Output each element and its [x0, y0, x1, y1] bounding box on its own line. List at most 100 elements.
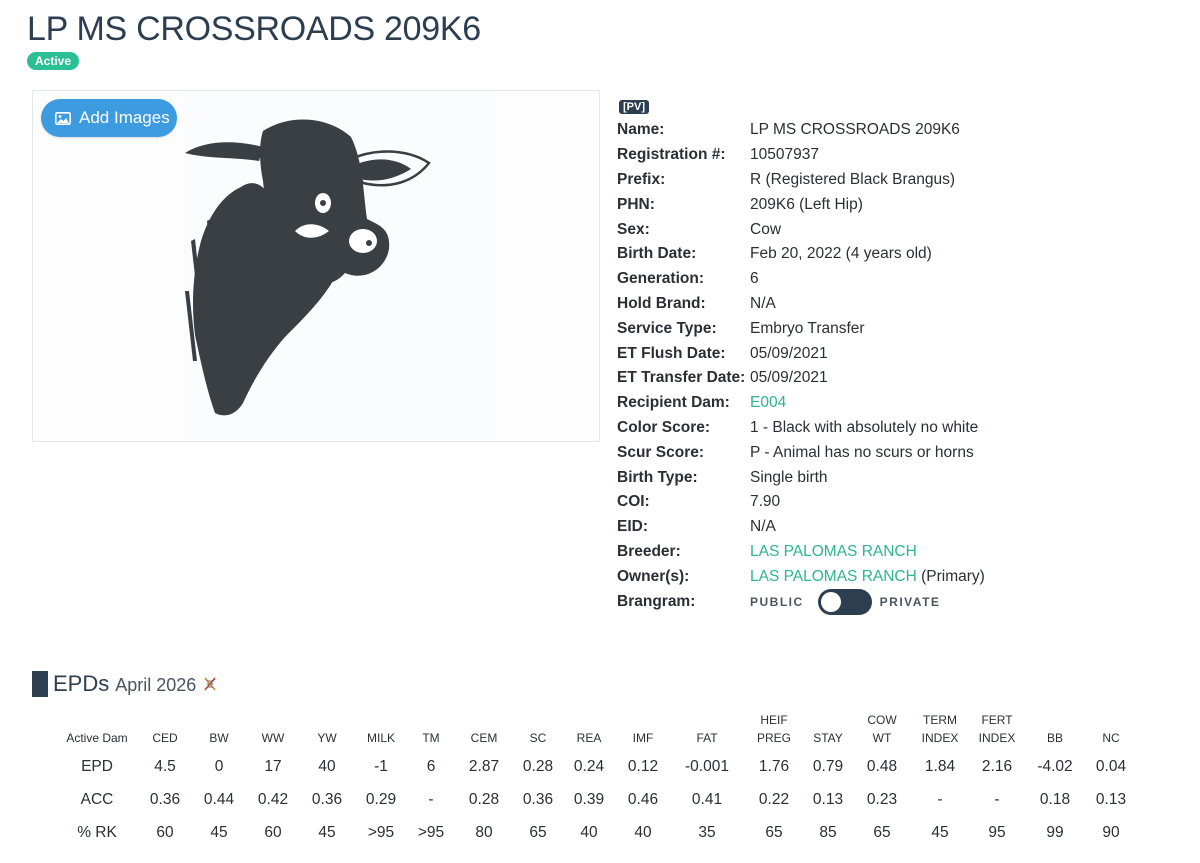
detail-label: PHN:: [617, 195, 655, 213]
detail-label: Recipient Dam:: [617, 394, 730, 412]
detail-label: ET Flush Date:: [617, 344, 726, 362]
breeder-link[interactable]: LAS PALOMAS RANCH: [750, 543, 917, 561]
add-images-button[interactable]: Add Images: [41, 99, 177, 137]
detail-label: Name:: [617, 121, 665, 139]
epd-cell: 0.28: [468, 790, 500, 808]
epd-column-header: COW WT: [867, 713, 897, 745]
detail-label: Service Type:: [617, 319, 717, 337]
epd-cell: 90: [1102, 823, 1120, 841]
animal-details: Name: LP MS CROSSROADS 209K6 Registratio…: [617, 118, 985, 615]
epd-cell: 2.87: [468, 757, 500, 775]
epd-cell: 0.36: [522, 790, 554, 808]
detail-row-scur-score: Scur Score: P - Animal has no scurs or h…: [617, 440, 985, 465]
epd-cell: 0: [214, 757, 224, 775]
detail-value: N/A: [750, 518, 776, 536]
toggle-private-label: PRIVATE: [879, 594, 941, 609]
epd-cell: 0.29: [365, 790, 397, 808]
epd-column-header: HEIF PREG: [756, 713, 791, 745]
detail-label: COI:: [617, 493, 650, 511]
epd-cell: 80: [475, 823, 493, 841]
epd-column-header: BB: [1046, 731, 1063, 745]
epd-cell: 65: [765, 823, 783, 841]
epd-table-body: EPD 4.5 0 17 40 -1 6 2.87 0.28 0.24 0.12 -0.001 1.76…: [56, 750, 1138, 849]
epd-column-header: FAT: [696, 731, 718, 745]
epd-cell: 40: [634, 823, 652, 841]
detail-label: Birth Date:: [617, 245, 697, 263]
epd-row-label: ACC: [80, 790, 114, 808]
detail-label: Scur Score:: [617, 443, 705, 461]
brangram-privacy-toggle[interactable]: [817, 588, 872, 615]
detail-row-sex: Sex: Cow: [617, 217, 985, 242]
epd-cell: 45: [210, 823, 228, 841]
epd-cell: 40: [318, 757, 336, 775]
epd-cell: 6: [426, 757, 436, 775]
detail-label: EID:: [617, 518, 648, 536]
detail-row-owners: Owner(s): LAS PALOMAS RANCH (Primary): [617, 564, 985, 589]
owner-link[interactable]: LAS PALOMAS RANCH: [750, 568, 917, 585]
image-icon: [55, 111, 71, 125]
epd-column-header: FERT INDEX: [978, 713, 1016, 745]
detail-value: Embryo Transfer: [750, 319, 865, 337]
detail-row-coi: COI: 7.90: [617, 490, 985, 515]
detail-row-recipient-dam: Recipient Dam: E004: [617, 391, 985, 416]
epd-column-header: STAY: [813, 731, 843, 745]
epd-column-header: CED: [152, 731, 178, 745]
detail-row-name: Name: LP MS CROSSROADS 209K6: [617, 118, 985, 143]
epd-table: Active Dam CED BW WW YW MILK TM CEM SC REA IMF FAT H…: [56, 710, 1138, 849]
epd-cell: 0.39: [573, 790, 605, 808]
epd-cell: 0.79: [812, 757, 844, 775]
detail-label: Owner(s):: [617, 567, 690, 585]
detail-value: P - Animal has no scurs or horns: [750, 443, 974, 461]
brangram-privacy-toggle-group: PUBLIC PRIVATE: [750, 588, 941, 615]
epd-cell: 45: [931, 823, 949, 841]
detail-row-et-transfer-date: ET Transfer Date: 05/09/2021: [617, 366, 985, 391]
epd-cell: 0.13: [1095, 790, 1127, 808]
toggle-public-label: PUBLIC: [750, 594, 804, 609]
epd-cell: >95: [417, 823, 445, 841]
epd-column-header: CEM: [470, 731, 498, 745]
epd-cell: 35: [698, 823, 716, 841]
epd-row: EPD 4.5 0 17 40 -1 6 2.87 0.28 0.24 0.12 -0.001 1.76…: [56, 750, 1138, 783]
epd-column-header: YW: [317, 731, 337, 745]
detail-value: 7.90: [750, 493, 781, 511]
detail-row-registration: Registration #: 10507937: [617, 143, 985, 168]
epd-cell: 1.84: [924, 757, 956, 775]
detail-row-hold-brand: Hold Brand: N/A: [617, 292, 985, 317]
epd-cell: 0.18: [1039, 790, 1071, 808]
epd-cell: 0.22: [758, 790, 790, 808]
epd-cell: 0.23: [866, 790, 898, 808]
epd-title: EPDs: [53, 671, 110, 696]
detail-value: LP MS CROSSROADS 209K6: [750, 121, 960, 139]
detail-label: Sex:: [617, 220, 650, 238]
epd-cell: 0.48: [866, 757, 898, 775]
detail-row-phn: PHN: 209K6 (Left Hip): [617, 192, 985, 217]
epd-cell: 0.41: [691, 790, 723, 808]
detail-row-et-flush-date: ET Flush Date: 05/09/2021: [617, 341, 985, 366]
epd-cell: 60: [264, 823, 282, 841]
epd-cell: 0.04: [1095, 757, 1127, 775]
epd-cell: 0.42: [257, 790, 289, 808]
epd-cell: 40: [580, 823, 598, 841]
epd-row-label: % RK: [77, 823, 117, 841]
detail-row-eid: EID: N/A: [617, 515, 985, 540]
epd-cell: 0.46: [627, 790, 659, 808]
detail-label: ET Transfer Date:: [617, 369, 746, 387]
epd-cell: 0.24: [573, 757, 605, 775]
epd-cell: -4.02: [1037, 757, 1073, 775]
detail-value: 10507937: [750, 146, 819, 164]
epd-column-header: TERM INDEX: [921, 713, 959, 745]
epd-cell: 0.28: [522, 757, 554, 775]
epd-cell: 0.44: [203, 790, 235, 808]
photo-panel: Add Images: [32, 90, 600, 442]
add-images-label: Add Images: [79, 108, 170, 127]
cow-silhouette-image: [185, 119, 431, 416]
detail-label: Color Score:: [617, 418, 711, 436]
detail-label: Hold Brand:: [617, 294, 706, 312]
detail-label: Birth Type:: [617, 468, 698, 486]
epd-cell: -: [428, 790, 434, 808]
recipient-dam-link[interactable]: E004: [750, 394, 786, 412]
detail-value: 05/09/2021: [750, 369, 828, 387]
detail-row-brangram: Brangram: PUBLIC PRIVATE: [617, 588, 985, 615]
detail-value: Cow: [750, 220, 782, 238]
epd-cell: 85: [819, 823, 837, 841]
